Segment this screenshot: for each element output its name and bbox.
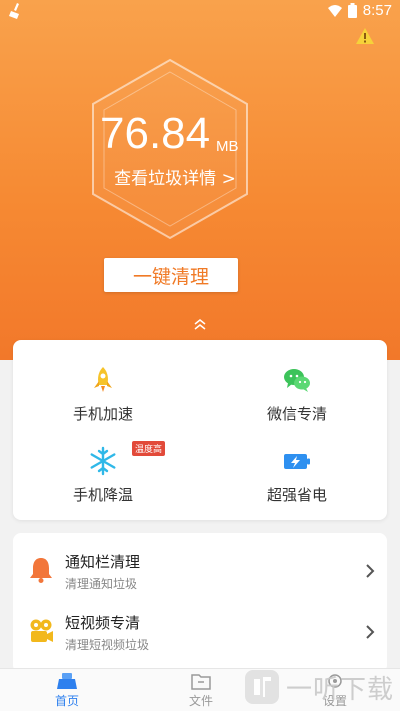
list-item-subtitle: 清理通知垃圾 [65, 577, 138, 591]
feature-card: 手机加速 微信专清 手机降温 温度高 超强省电 [13, 340, 387, 520]
chevron-right-icon [366, 564, 375, 578]
battery-icon [284, 454, 310, 469]
hero-banner: 8:57 76.84 MB 查看垃圾详情 > 一键清理 [0, 0, 400, 360]
snowflake-icon [90, 446, 116, 476]
status-bar: 8:57 [0, 0, 400, 24]
list-item-title: 短视频专清 [65, 614, 141, 632]
tab-files[interactable]: 文件 [161, 671, 241, 709]
tab-label: 首页 [54, 694, 79, 708]
bell-icon [30, 558, 52, 583]
view-junk-details-link[interactable]: 查看垃圾详情 > [100, 164, 250, 189]
tab-home[interactable]: 首页 [27, 671, 107, 709]
one-key-clean-button[interactable]: 一键清理 [104, 258, 238, 292]
temperature-high-badge: 温度高 [132, 441, 166, 456]
list-item-notification-clean[interactable]: 通知栏清理 清理通知垃圾 [13, 541, 387, 601]
home-broom-icon [57, 673, 77, 689]
wifi-icon [327, 4, 342, 17]
feature-power-saving[interactable]: 超强省电 [237, 446, 357, 505]
watermark-logo-icon [245, 670, 279, 704]
junk-size-unit: MB [216, 138, 239, 155]
feature-label: 手机加速 [72, 405, 133, 423]
feature-label: 手机降温 [72, 486, 133, 504]
list-item-title: 通知栏清理 [65, 553, 141, 571]
warning-icon[interactable] [356, 28, 374, 44]
tab-label: 文件 [188, 694, 213, 708]
chevron-right-icon [366, 625, 375, 639]
tools-list: 通知栏清理 清理通知垃圾 短视频专清 清理短视频垃圾 [13, 533, 387, 673]
watermark: 一听下载 [244, 664, 400, 710]
double-chevron-up-icon[interactable] [193, 318, 207, 330]
wechat-icon [284, 369, 310, 392]
rocket-icon [94, 367, 112, 392]
video-icon [30, 619, 53, 642]
list-item-subtitle: 清理短视频垃圾 [65, 638, 150, 652]
broom-icon [9, 3, 19, 19]
feature-phone-boost[interactable]: 手机加速 [43, 365, 163, 424]
feature-label: 超强省电 [266, 486, 327, 504]
feature-wechat-clean[interactable]: 微信专清 [237, 365, 357, 424]
list-item-short-video-clean[interactable]: 短视频专清 清理短视频垃圾 [13, 602, 387, 662]
folder-icon [191, 674, 211, 690]
clock: 8:57 [362, 2, 392, 19]
feature-label: 微信专清 [266, 405, 327, 423]
watermark-text: 一听下载 [286, 674, 395, 705]
battery-status-icon [347, 3, 357, 18]
